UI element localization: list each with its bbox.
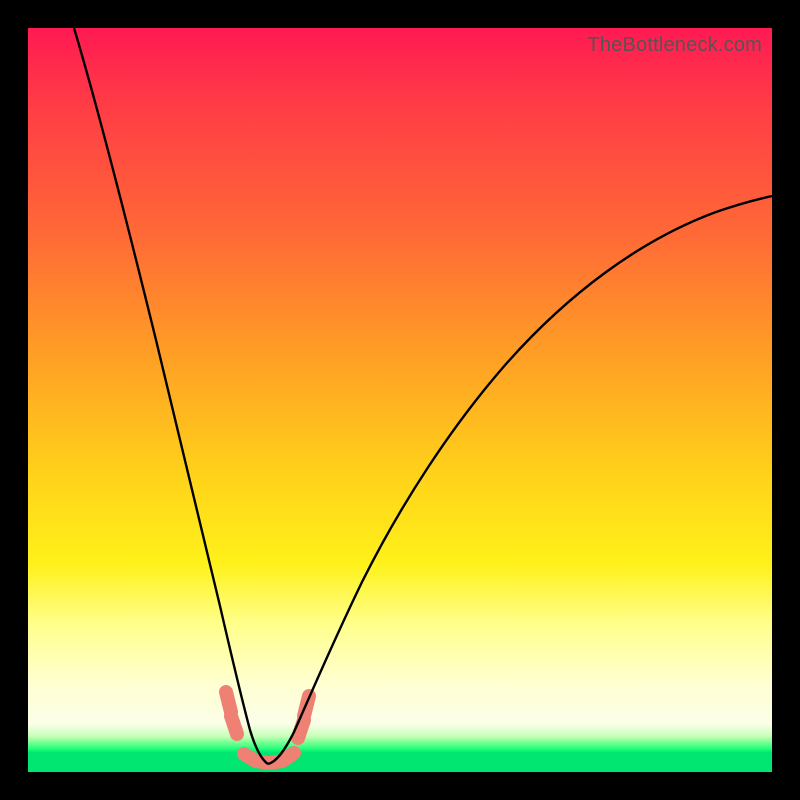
marker-salmon-left-upper [226,692,231,712]
curve-left-branch [74,28,268,764]
curve-right-branch [268,196,772,764]
marker-salmon-floor-4 [284,753,294,760]
chart-svg [28,28,772,772]
marker-salmon-left-lower [231,716,237,734]
outer-frame: TheBottleneck.com [0,0,800,800]
plot-area: TheBottleneck.com [28,28,772,772]
